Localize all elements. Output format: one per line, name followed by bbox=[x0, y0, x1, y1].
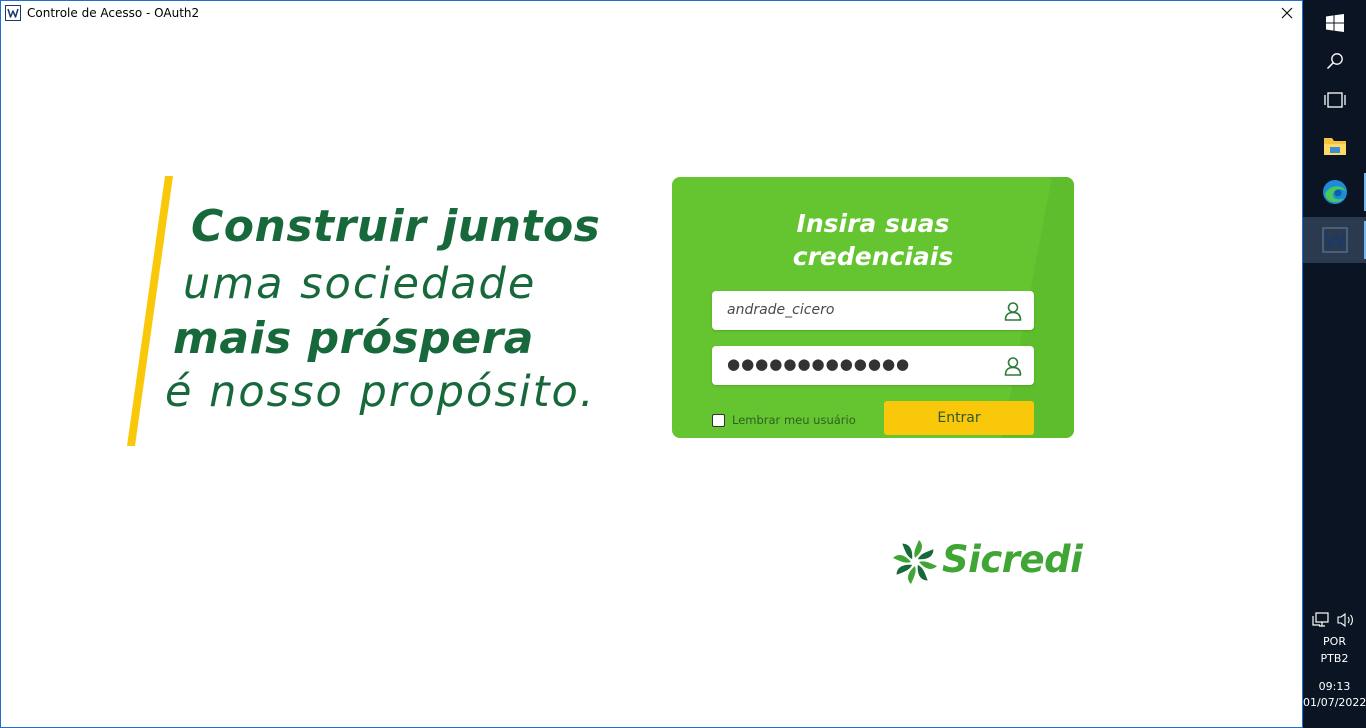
language-indicator[interactable]: POR PTB2 bbox=[1303, 634, 1366, 668]
close-button[interactable] bbox=[1272, 1, 1302, 25]
windows-start-icon bbox=[1325, 14, 1344, 32]
system-tray-icons bbox=[1303, 612, 1366, 630]
sicredi-logo: Sicredi bbox=[892, 538, 1083, 587]
enter-button[interactable]: Entrar bbox=[884, 401, 1034, 435]
sicredi-mark-icon bbox=[893, 540, 937, 584]
user-icon bbox=[1004, 357, 1022, 376]
volume-icon[interactable] bbox=[1337, 612, 1355, 628]
task-view-icon bbox=[1323, 92, 1346, 108]
slogan-line-1: Construir juntos bbox=[191, 201, 601, 252]
taskbar-app-window[interactable] bbox=[1303, 217, 1366, 263]
close-icon bbox=[1281, 7, 1293, 19]
remember-checkbox[interactable] bbox=[712, 413, 725, 427]
username-value: andrade_cicero bbox=[727, 302, 835, 318]
slogan-line-3: mais próspera bbox=[173, 313, 534, 364]
app-window: Controle de Acesso - OAuth2 Construir ju… bbox=[0, 0, 1303, 728]
brand-name: Sicredi bbox=[942, 538, 1083, 581]
login-title-line-2: credenciais bbox=[792, 242, 954, 271]
search-icon bbox=[1326, 53, 1343, 70]
taskbar-file-explorer[interactable] bbox=[1303, 123, 1366, 169]
app-window-icon bbox=[1321, 227, 1348, 253]
file-explorer-icon bbox=[1323, 138, 1346, 155]
network-icon[interactable] bbox=[1312, 612, 1330, 628]
task-view-button[interactable] bbox=[1303, 77, 1366, 123]
username-field[interactable]: andrade_cicero bbox=[712, 291, 1034, 330]
window-title: Controle de Acesso - OAuth2 bbox=[27, 6, 200, 20]
title-bar: Controle de Acesso - OAuth2 bbox=[1, 1, 1302, 25]
login-title: Insira suas credenciais bbox=[672, 207, 1074, 273]
clock[interactable]: 09:13 01/07/2022 bbox=[1303, 680, 1366, 712]
clock-time: 09:13 bbox=[1318, 680, 1351, 693]
user-icon bbox=[1004, 302, 1022, 321]
app-logo-icon bbox=[5, 5, 21, 21]
keyboard-layout: PTB2 bbox=[1320, 652, 1349, 665]
taskbar: POR PTB2 09:13 01/07/2022 bbox=[1303, 0, 1366, 728]
login-card: Insira suas credenciais andrade_cicero ●… bbox=[672, 177, 1074, 438]
password-value: ●●●●●●●●●●●●● bbox=[727, 355, 911, 373]
edge-browser-icon bbox=[1322, 180, 1347, 204]
password-field[interactable]: ●●●●●●●●●●●●● bbox=[712, 346, 1034, 385]
language-code: POR bbox=[1323, 635, 1346, 648]
remember-label: Lembrar meu usuário bbox=[732, 413, 856, 427]
remember-user[interactable]: Lembrar meu usuário bbox=[712, 413, 856, 427]
login-title-line-1: Insira suas bbox=[796, 209, 950, 238]
slogan-line-2: uma sociedade bbox=[183, 259, 537, 309]
clock-date: 01/07/2022 bbox=[1303, 696, 1366, 709]
taskbar-edge[interactable] bbox=[1303, 169, 1366, 215]
slogan-line-4: é nosso propósito. bbox=[165, 367, 596, 417]
